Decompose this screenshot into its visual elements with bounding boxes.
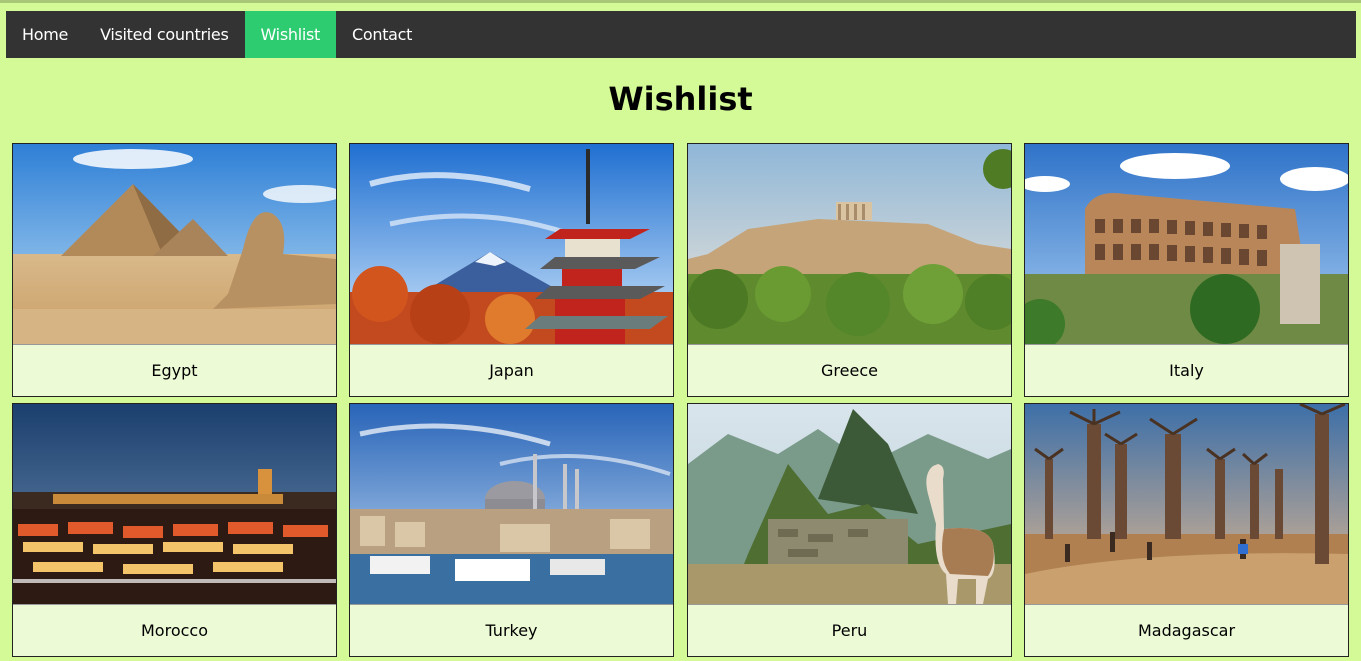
country-card-japan[interactable]: Japan [349,143,674,397]
machu-picchu-llama-photo [688,404,1011,604]
nav-contact[interactable]: Contact [336,11,428,58]
istanbul-mosque-photo [350,404,673,604]
country-card-italy[interactable]: Italy [1024,143,1349,397]
country-name: Japan [350,344,673,396]
country-name: Turkey [350,604,673,656]
country-card-egypt[interactable]: Egypt [12,143,337,397]
country-name: Italy [1025,344,1348,396]
country-card-greece[interactable]: Greece [687,143,1012,397]
pyramids-sphinx-photo [13,144,336,344]
country-name: Greece [688,344,1011,396]
country-name: Peru [688,604,1011,656]
country-name: Egypt [13,344,336,396]
baobab-avenue-photo [1025,404,1348,604]
nav-wishlist[interactable]: Wishlist [244,11,336,58]
marrakech-market-photo [13,404,336,604]
mount-fuji-pagoda-photo [350,144,673,344]
top-border [0,0,1361,3]
country-card-madagascar[interactable]: Madagascar [1024,403,1349,657]
nav-visited-countries[interactable]: Visited countries [84,11,244,58]
page-title: Wishlist [608,80,753,118]
acropolis-photo [688,144,1011,344]
top-nav: Home Visited countries Wishlist Contact [6,11,1356,58]
country-name: Madagascar [1025,604,1348,656]
nav-home[interactable]: Home [6,11,84,58]
colosseum-photo [1025,144,1348,344]
country-card-morocco[interactable]: Morocco [12,403,337,657]
country-card-peru[interactable]: Peru [687,403,1012,657]
country-name: Morocco [13,604,336,656]
country-card-turkey[interactable]: Turkey [349,403,674,657]
